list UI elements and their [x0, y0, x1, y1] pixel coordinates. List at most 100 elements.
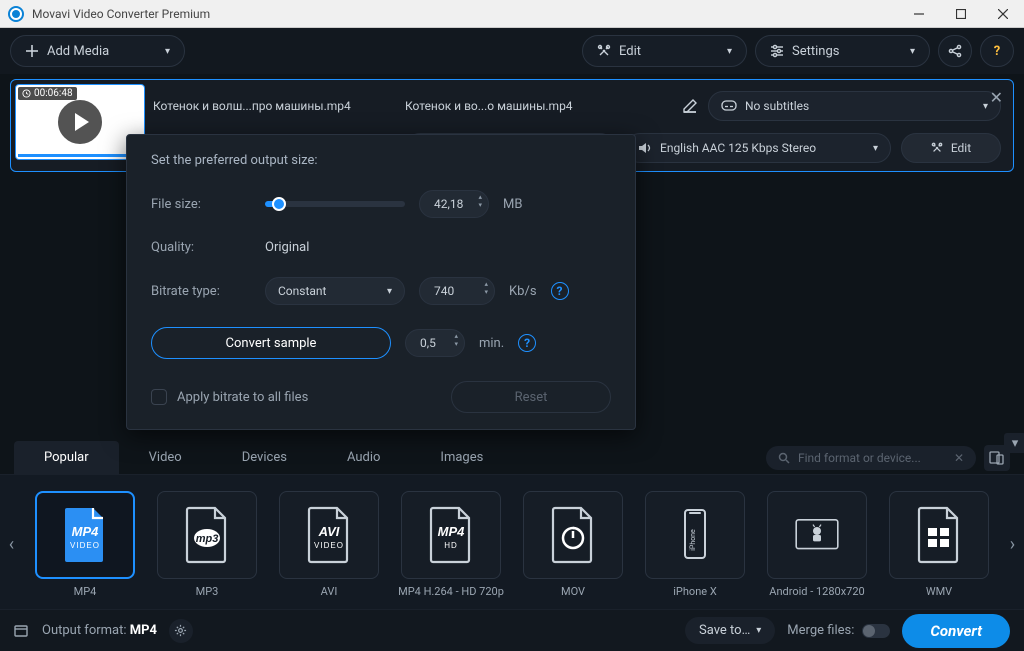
format-label: WMV	[885, 585, 993, 598]
output-format-icon	[14, 624, 30, 638]
sliders-icon	[770, 44, 784, 58]
bitrate-unit: Kb/s	[509, 284, 537, 299]
format-android-1280x720[interactable]: Android - 1280x720	[763, 491, 871, 598]
format-label: iPhone X	[641, 585, 749, 598]
apply-all-checkbox[interactable]	[151, 389, 167, 405]
format-tabs: PopularVideoDevicesAudioImages Find form…	[0, 441, 1024, 474]
carousel-prev-button[interactable]: ‹	[6, 494, 17, 594]
filesize-unit: MB	[503, 197, 522, 212]
format-carousel: ‹ MP4 VIDEO MP4mp3MP3 AVI VIDEO AVI MP4 …	[0, 474, 1024, 609]
popup-title: Set the preferred output size:	[151, 153, 611, 168]
slider-handle[interactable]	[272, 197, 286, 211]
format-search[interactable]: Find format or device... ✕	[766, 446, 976, 470]
sample-duration-input[interactable]: 0,5 ▴▾	[405, 329, 465, 357]
subtitles-dropdown[interactable]: No subtitles ▾	[708, 91, 1001, 121]
save-to-button[interactable]: Save to… ▾	[685, 617, 775, 644]
minimize-button[interactable]	[898, 0, 940, 28]
stepper-icon[interactable]: ▴▾	[478, 193, 482, 209]
format-label: MOV	[519, 585, 627, 598]
maximize-button[interactable]	[940, 0, 982, 28]
audio-icon	[638, 142, 652, 154]
tab-devices[interactable]: Devices	[212, 441, 317, 474]
format-avi[interactable]: AVI VIDEO AVI	[275, 491, 383, 598]
format-mp4-h-264-hd-720p[interactable]: MP4 HD MP4 H.264 - HD 720p	[397, 491, 505, 598]
convert-sample-button[interactable]: Convert sample	[151, 327, 391, 359]
window-titlebar: Movavi Video Converter Premium	[0, 0, 1024, 28]
convert-button[interactable]: Convert	[902, 614, 1010, 648]
format-iphone-x[interactable]: iPhone iPhone X	[641, 491, 749, 598]
audio-track-dropdown[interactable]: English AAC 125 Kbps Stereo ▾	[625, 133, 891, 163]
format-label: MP4 H.264 - HD 720p	[397, 585, 505, 598]
remove-item-button[interactable]: ✕	[990, 88, 1003, 107]
format-mp3[interactable]: mp3MP3	[153, 491, 261, 598]
svg-text:mp3: mp3	[196, 533, 219, 545]
close-window-button[interactable]	[982, 0, 1024, 28]
svg-text:HD: HD	[444, 541, 458, 550]
output-settings-button[interactable]	[169, 619, 193, 643]
help-button[interactable]: ?	[980, 35, 1014, 67]
toggle-switch[interactable]	[862, 624, 890, 638]
tab-video[interactable]: Video	[119, 441, 212, 474]
add-media-button[interactable]: Add Media ▾	[10, 35, 185, 67]
filesize-label: File size:	[151, 197, 251, 212]
play-icon	[56, 98, 104, 146]
chevron-down-icon: ▾	[873, 143, 878, 154]
filesize-input[interactable]: 42,18 ▴▾	[419, 190, 489, 218]
app-title: Movavi Video Converter Premium	[32, 7, 898, 21]
share-button[interactable]	[938, 35, 972, 67]
format-label: Android - 1280x720	[763, 585, 871, 598]
format-label: AVI	[275, 585, 383, 598]
info-icon[interactable]: ?	[551, 282, 569, 300]
format-label: MP4	[31, 585, 139, 598]
output-format-value: MP4	[130, 623, 157, 638]
search-icon	[778, 452, 790, 464]
bitrate-input[interactable]: 740 ▴▾	[419, 277, 495, 305]
app-icon	[8, 6, 24, 22]
carousel-next-button[interactable]: ›	[1007, 494, 1018, 594]
reset-button[interactable]: Reset	[451, 381, 611, 413]
edit-dropdown[interactable]: Edit ▾	[582, 35, 747, 67]
svg-text:MP4: MP4	[438, 524, 466, 539]
collapse-panel-button[interactable]: ▾	[1004, 433, 1024, 453]
info-icon[interactable]: ?	[518, 334, 536, 352]
edit-name-icon[interactable]	[682, 98, 698, 114]
chevron-down-icon: ▾	[387, 286, 392, 297]
tab-popular[interactable]: Popular	[14, 441, 119, 474]
format-mov[interactable]: MOV	[519, 491, 627, 598]
merge-files-toggle[interactable]: Merge files:	[787, 623, 890, 638]
chevron-down-icon: ▾	[756, 625, 761, 636]
clear-search-icon[interactable]: ✕	[954, 451, 964, 465]
add-media-label: Add Media	[47, 44, 109, 59]
output-format-label: Output format: MP4	[42, 623, 157, 638]
search-placeholder: Find format or device...	[798, 451, 921, 465]
svg-text:iPhone: iPhone	[689, 528, 697, 550]
settings-label: Settings	[792, 44, 839, 59]
tab-images[interactable]: Images	[410, 441, 513, 474]
thumbnail-underline	[18, 154, 142, 157]
tools-icon	[931, 142, 943, 154]
settings-dropdown[interactable]: Settings ▾	[755, 35, 930, 67]
svg-text:VIDEO: VIDEO	[314, 541, 344, 550]
bitrate-type-label: Bitrate type:	[151, 284, 251, 299]
format-wmv[interactable]: WMV	[885, 491, 993, 598]
tab-audio[interactable]: Audio	[317, 441, 410, 474]
quality-value: Original	[265, 240, 309, 255]
format-mp4[interactable]: MP4 VIDEO MP4	[31, 491, 139, 598]
edit-label: Edit	[619, 44, 641, 59]
tools-icon	[597, 44, 611, 58]
stepper-icon[interactable]: ▴▾	[454, 332, 458, 348]
chevron-down-icon: ▾	[910, 46, 915, 57]
conversion-queue: 00:06:48 Котенок и волш...про машины.mp4…	[0, 74, 1024, 172]
bitrate-type-select[interactable]: Constant ▾	[265, 277, 405, 305]
item-edit-button[interactable]: Edit	[901, 133, 1001, 163]
duration-badge: 00:06:48	[18, 87, 77, 100]
svg-text:MP4: MP4	[72, 524, 100, 539]
subtitle-icon	[721, 100, 737, 112]
filesize-slider[interactable]	[265, 201, 405, 207]
chevron-down-icon: ▾	[983, 101, 988, 112]
output-filename: Котенок и во...о машины.mp4	[405, 99, 672, 113]
output-size-panel: Set the preferred output size: File size…	[126, 134, 636, 430]
stepper-icon[interactable]: ▴▾	[484, 280, 488, 296]
main-toolbar: Add Media ▾ Edit ▾ Settings ▾ ?	[0, 28, 1024, 74]
chevron-down-icon: ▾	[727, 46, 732, 57]
